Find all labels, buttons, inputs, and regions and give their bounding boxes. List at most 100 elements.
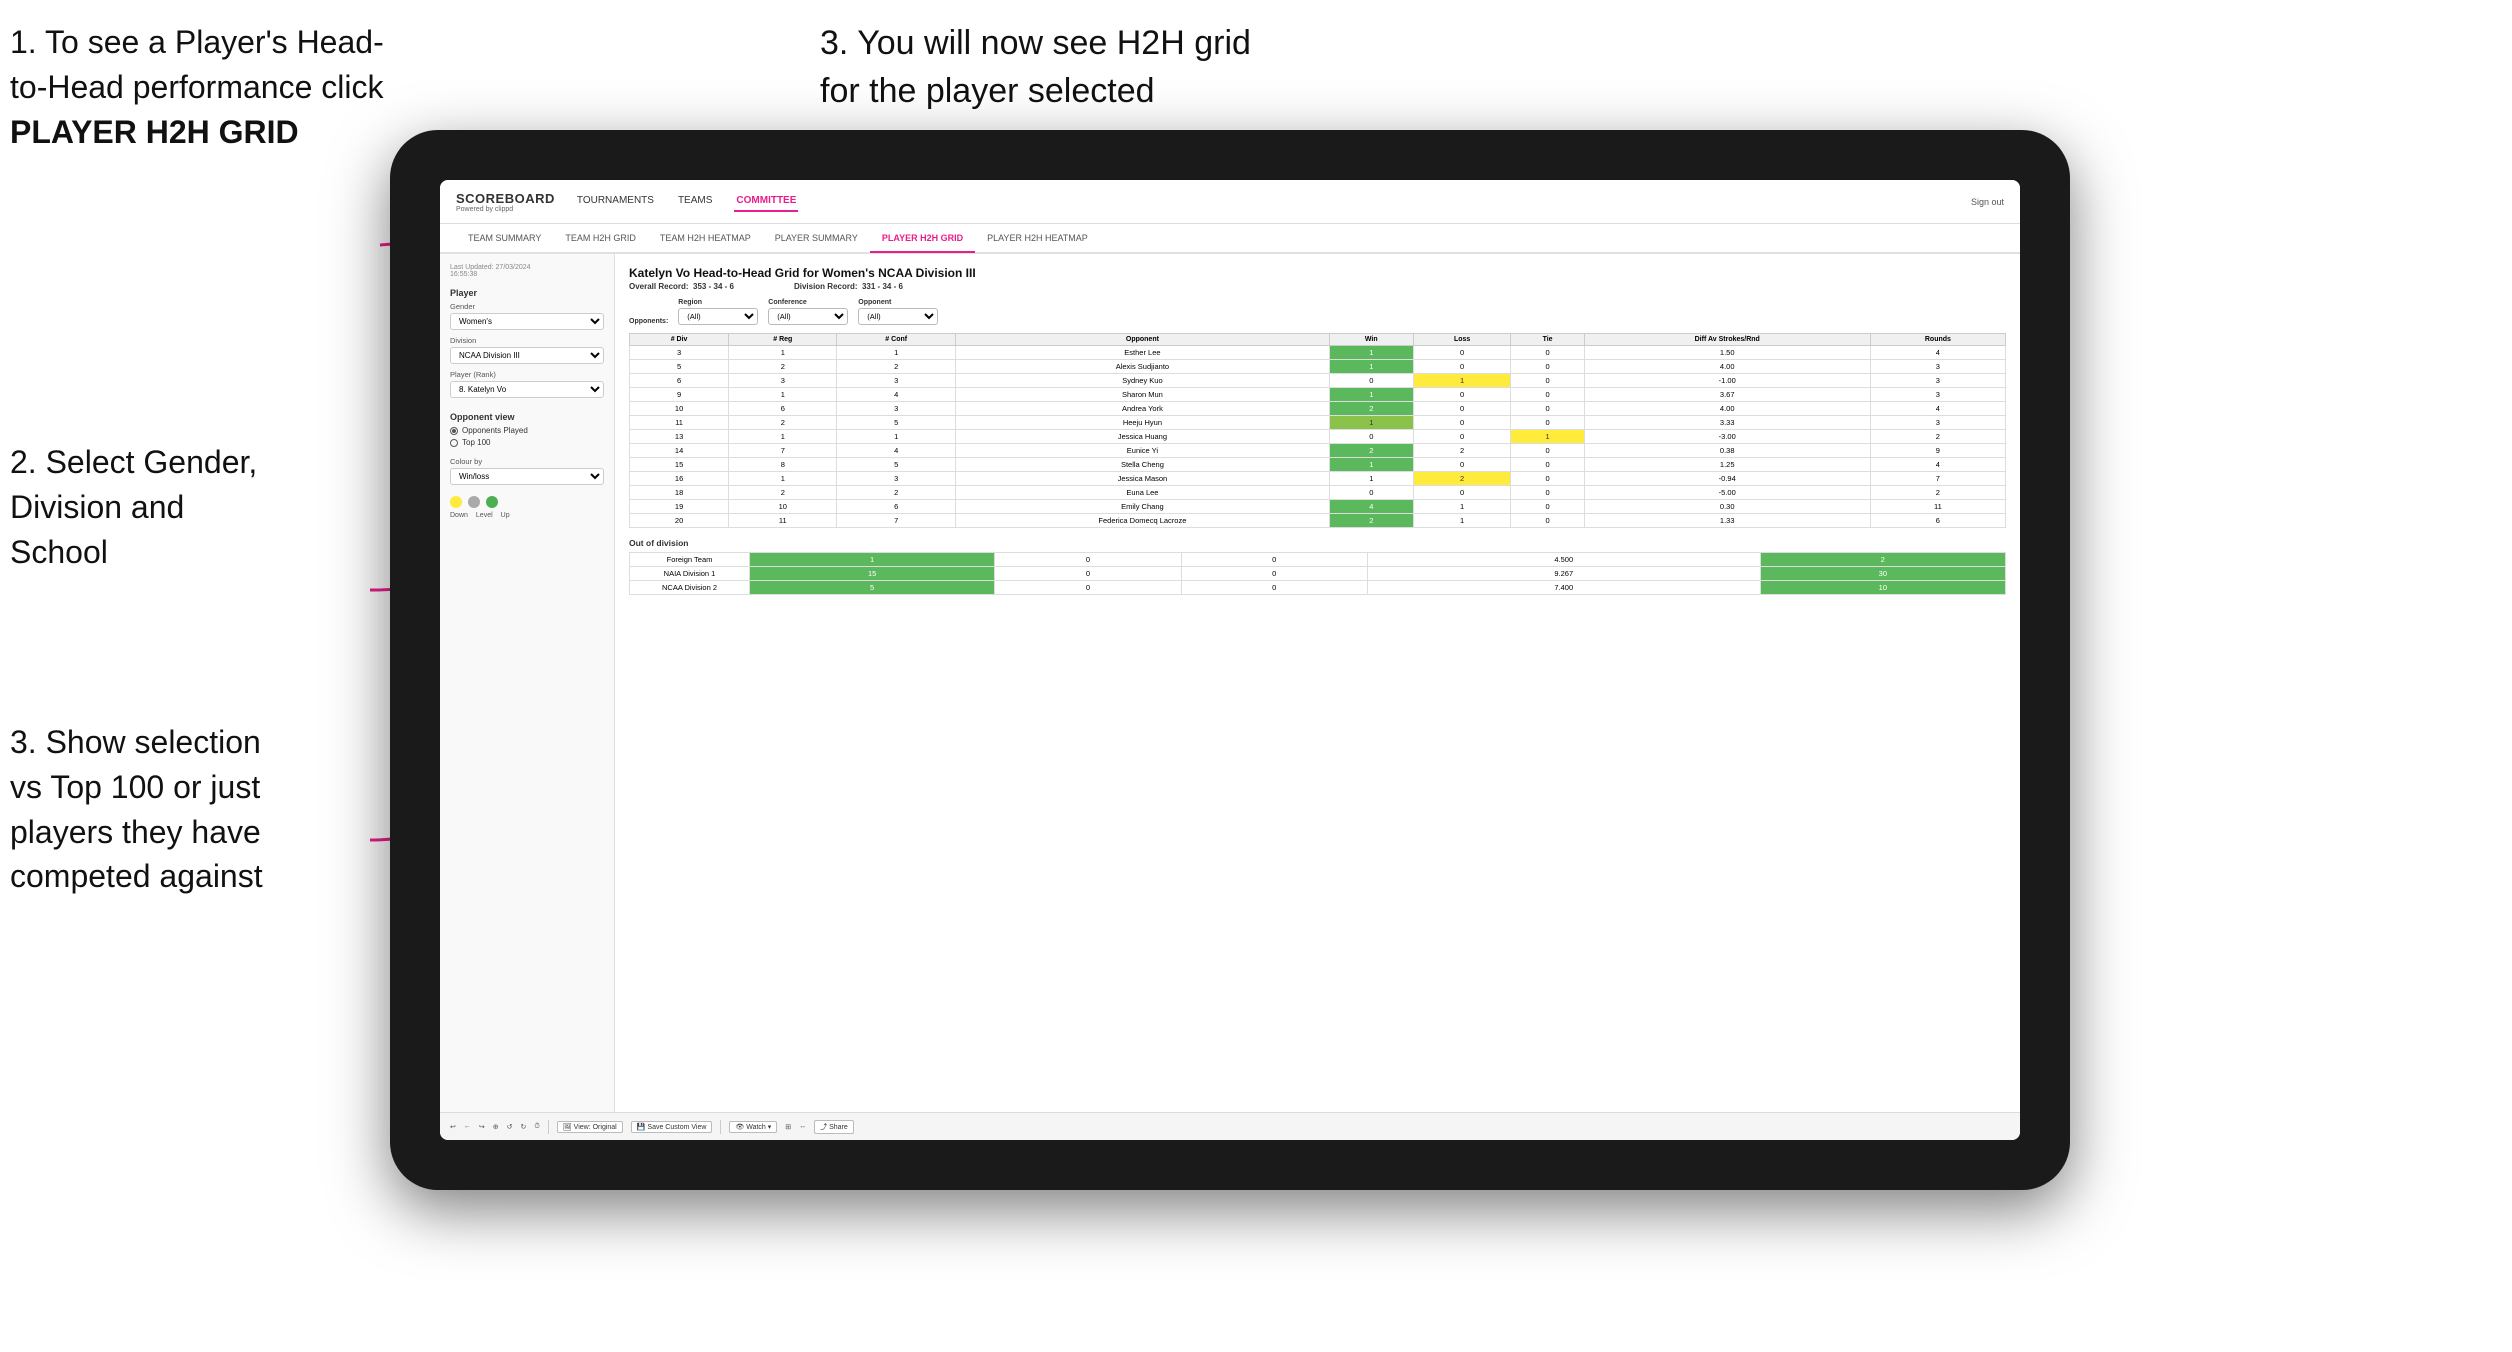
table-row: 18 2 2 Euna Lee 0 0 0 -5.00 2 (630, 486, 2006, 500)
th-div: # Div (630, 334, 729, 346)
ood-table-row: NAIA Division 1 15 0 0 9.267 30 (630, 567, 2006, 581)
filter-region-select[interactable]: (All) (678, 308, 758, 325)
colour-by-select[interactable]: Win/loss (450, 468, 604, 485)
opponent-view-title: Opponent view (450, 412, 604, 422)
th-diff: Diff Av Strokes/Rnd (1584, 334, 1870, 346)
sidebar-gender-select[interactable]: Women's Men's (450, 313, 604, 330)
content-area: Katelyn Vo Head-to-Head Grid for Women's… (615, 254, 2020, 1112)
filter-row: Opponents: Region (All) Conference (All) (629, 299, 2006, 325)
nav-tournaments[interactable]: TOURNAMENTS (575, 191, 656, 212)
sidebar-player-rank-label: Player (Rank) (450, 370, 604, 379)
toolbar-icon2[interactable]: ↔ (799, 1123, 806, 1130)
sidebar: Last Updated: 27/03/202416:55:38 Player … (440, 254, 615, 1112)
filter-conference-select[interactable]: (All) (768, 308, 848, 325)
colour-legend: Down Level Up (450, 512, 604, 519)
table-row: 16 1 3 Jessica Mason 1 2 0 -0.94 7 (630, 472, 2006, 486)
toolbar-undo[interactable]: ↩ (450, 1123, 456, 1131)
table-row: 9 1 4 Sharon Mun 1 0 0 3.67 3 (630, 388, 2006, 402)
content-title: Katelyn Vo Head-to-Head Grid for Women's… (629, 266, 2006, 280)
radio-top-100[interactable]: Top 100 (450, 438, 604, 447)
sidebar-timestamp: Last Updated: 27/03/202416:55:38 (450, 264, 604, 278)
filter-conference-group: Conference (All) (768, 299, 848, 325)
tablet-screen: SCOREBOARD Powered by clippd TOURNAMENTS… (440, 180, 2020, 1140)
nav-links: TOURNAMENTS TEAMS COMMITTEE (575, 191, 1971, 212)
annotation-top-right: 3. You will now see H2H grid for the pla… (820, 20, 1320, 115)
toolbar-refresh1[interactable]: ↺ (507, 1123, 513, 1131)
th-tie: Tie (1511, 334, 1584, 346)
toolbar-add[interactable]: ⊕ (493, 1123, 499, 1131)
navbar: SCOREBOARD Powered by clippd TOURNAMENTS… (440, 180, 2020, 224)
ood-table-row: Foreign Team 1 0 0 4.500 2 (630, 553, 2006, 567)
filter-opponent-label: Opponent (858, 299, 938, 306)
toolbar-view-original[interactable]: 🖼 View: Original (557, 1121, 623, 1133)
filter-conference-label: Conference (768, 299, 848, 306)
colour-section: Colour by Win/loss Down Level Up (450, 457, 604, 519)
toolbar-timer[interactable]: ⏱ (534, 1123, 539, 1131)
legend-down: Down (450, 512, 468, 519)
table-row: 19 10 6 Emily Chang 4 1 0 0.30 11 (630, 500, 2006, 514)
subnav-team-h2h-grid[interactable]: TEAM H2H GRID (553, 225, 648, 253)
ood-table-row: NCAA Division 2 5 0 0 7.400 10 (630, 581, 2006, 595)
colour-dot-down (450, 496, 462, 508)
toolbar-divider1 (548, 1120, 549, 1134)
table-row: 6 3 3 Sydney Kuo 0 1 0 -1.00 3 (630, 374, 2006, 388)
filter-opponent-select[interactable]: (All) (858, 308, 938, 325)
colour-by-label: Colour by (450, 457, 604, 466)
toolbar-refresh2[interactable]: ↻ (521, 1123, 527, 1131)
th-loss: Loss (1413, 334, 1511, 346)
colour-dot-up (486, 496, 498, 508)
table-row: 15 8 5 Stella Cheng 1 0 0 1.25 4 (630, 458, 2006, 472)
toolbar-watch[interactable]: 👁 Watch ▾ (729, 1121, 777, 1133)
subnav-team-summary[interactable]: TEAM SUMMARY (456, 225, 553, 253)
th-reg: # Reg (729, 334, 837, 346)
sidebar-division-label: Division (450, 336, 604, 345)
toolbar-back[interactable]: ← (464, 1123, 471, 1130)
logo-text: SCOREBOARD (456, 191, 555, 206)
th-opponent: Opponent (956, 334, 1330, 346)
sidebar-division-select[interactable]: NCAA Division III (450, 347, 604, 364)
toolbar-divider2 (720, 1120, 721, 1134)
filter-opponents-label: Opponents: (629, 318, 668, 325)
tablet-device: SCOREBOARD Powered by clippd TOURNAMENTS… (390, 130, 2070, 1190)
h2h-table: # Div # Reg # Conf Opponent Win Loss Tie… (629, 333, 2006, 528)
logo-sub: Powered by clippd (456, 206, 555, 213)
subnav-player-summary[interactable]: PLAYER SUMMARY (763, 225, 870, 253)
subnav: TEAM SUMMARY TEAM H2H GRID TEAM H2H HEAT… (440, 224, 2020, 254)
filter-region-label: Region (678, 299, 758, 306)
filter-opponents: Opponents: (629, 318, 668, 325)
out-of-division-table: Foreign Team 1 0 0 4.500 2 NAIA Division… (629, 552, 2006, 595)
radio-group: Opponents Played Top 100 (450, 426, 604, 447)
toolbar-redo[interactable]: ↪ (479, 1123, 485, 1131)
nav-sign-out[interactable]: Sign out (1971, 197, 2004, 207)
nav-committee[interactable]: COMMITTEE (734, 191, 798, 212)
table-row: 20 11 7 Federica Domecq Lacroze 2 1 0 1.… (630, 514, 2006, 528)
sidebar-player-title: Player (450, 288, 604, 298)
th-rounds: Rounds (1870, 334, 2005, 346)
sidebar-gender-label: Gender (450, 302, 604, 311)
table-row: 14 7 4 Eunice Yi 2 2 0 0.38 9 (630, 444, 2006, 458)
annotation-bottom-left: 3. Show selectionvs Top 100 or justplaye… (10, 720, 380, 899)
subnav-player-h2h-grid[interactable]: PLAYER H2H GRID (870, 225, 975, 253)
bottom-toolbar: ↩ ← ↪ ⊕ ↺ ↻ ⏱ 🖼 View: Original 💾 Save Cu… (440, 1112, 2020, 1140)
subnav-team-h2h-heatmap[interactable]: TEAM H2H HEATMAP (648, 225, 763, 253)
colour-dots (450, 496, 604, 508)
toolbar-icon1[interactable]: ⊞ (785, 1123, 791, 1131)
filter-opponent-group: Opponent (All) (858, 299, 938, 325)
radio-opponents-played[interactable]: Opponents Played (450, 426, 604, 435)
colour-dot-level (468, 496, 480, 508)
table-row: 13 1 1 Jessica Huang 0 0 1 -3.00 2 (630, 430, 2006, 444)
subnav-player-h2h-heatmap[interactable]: PLAYER H2H HEATMAP (975, 225, 1100, 253)
table-row: 3 1 1 Esther Lee 1 0 0 1.50 4 (630, 346, 2006, 360)
table-row: 5 2 2 Alexis Sudjianto 1 0 0 4.00 3 (630, 360, 2006, 374)
nav-teams[interactable]: TEAMS (676, 191, 714, 212)
radio-dot-filled (450, 427, 458, 435)
table-row: 11 2 5 Heeju Hyun 1 0 0 3.33 3 (630, 416, 2006, 430)
content-records: Overall Record: 353 - 34 - 6 Division Re… (629, 282, 2006, 291)
main-content: Last Updated: 27/03/202416:55:38 Player … (440, 254, 2020, 1112)
toolbar-save-custom[interactable]: 💾 Save Custom View (631, 1121, 713, 1133)
opponent-view-section: Opponent view Opponents Played Top 100 (450, 412, 604, 447)
out-of-division-title: Out of division (629, 538, 2006, 548)
filter-region-group: Region (All) (678, 299, 758, 325)
toolbar-share[interactable]: ⤴ Share (814, 1120, 854, 1134)
sidebar-player-rank-select[interactable]: 8. Katelyn Vo (450, 381, 604, 398)
